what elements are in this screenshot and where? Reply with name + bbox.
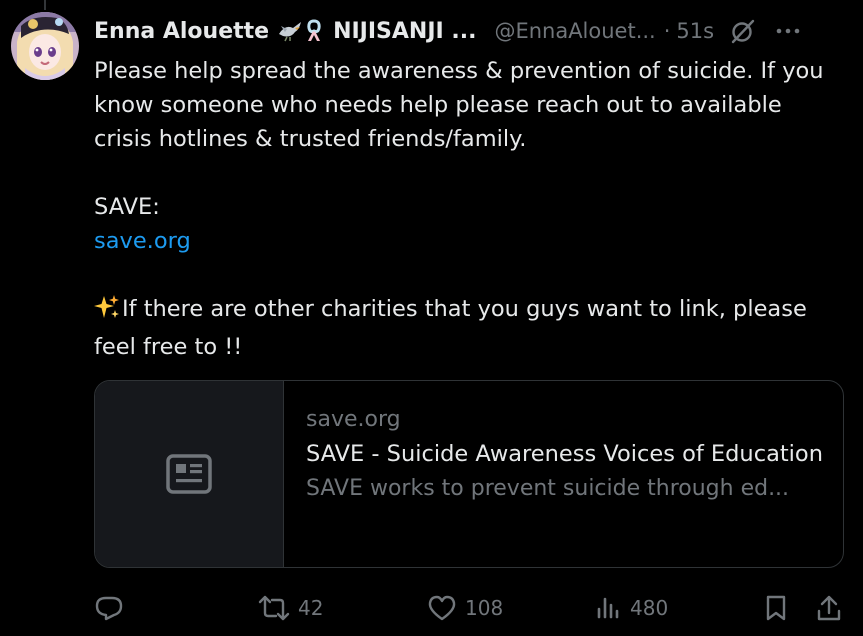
card-description: SAVE works to prevent suicide through ed… bbox=[306, 476, 790, 501]
tweet-text: Please help spread the awareness & preve… bbox=[94, 54, 844, 364]
card-thumbnail bbox=[95, 381, 284, 567]
save-link[interactable]: save.org bbox=[94, 228, 191, 254]
bookmark-icon bbox=[766, 595, 786, 621]
reply-button[interactable] bbox=[94, 588, 124, 628]
retweet-icon bbox=[258, 595, 290, 621]
heart-icon bbox=[428, 595, 456, 621]
affiliation-label[interactable]: NIJISANJI ... bbox=[333, 19, 476, 44]
sparkles-icon bbox=[94, 294, 120, 330]
dove-icon bbox=[279, 22, 302, 42]
timestamp[interactable]: 51s bbox=[676, 19, 714, 43]
card-title: SAVE - Suicide Awareness Voices of Educa… bbox=[306, 441, 823, 467]
grok-icon[interactable] bbox=[730, 18, 756, 44]
charity-text: If there are other charities that you gu… bbox=[94, 296, 807, 360]
link-card[interactable]: save.org SAVE - Suicide Awareness Voices… bbox=[94, 380, 844, 568]
display-name[interactable]: Enna Alouette bbox=[94, 19, 269, 44]
share-icon bbox=[817, 595, 841, 621]
reply-icon bbox=[95, 596, 123, 621]
user-handle[interactable]: @EnnaAlouet... bbox=[494, 19, 655, 43]
views-icon bbox=[597, 597, 619, 619]
more-options-icon[interactable] bbox=[776, 27, 800, 35]
ribbon-icon bbox=[307, 19, 321, 41]
thread-line bbox=[44, 0, 46, 10]
tweet-paragraph: Please help spread the awareness & preve… bbox=[94, 58, 824, 152]
views-button[interactable]: 480 bbox=[596, 588, 668, 628]
article-icon bbox=[166, 454, 212, 494]
bookmark-button[interactable] bbox=[764, 588, 788, 628]
card-domain: save.org bbox=[306, 407, 401, 432]
tweet-header: Enna Alouette NIJISANJI ... @EnnaAlouet.… bbox=[94, 14, 851, 48]
charity-paragraph: If there are other charities that you gu… bbox=[94, 292, 844, 364]
tweet: Enna Alouette NIJISANJI ... @EnnaAlouet.… bbox=[0, 0, 863, 636]
avatar[interactable] bbox=[11, 12, 79, 80]
name-emoji bbox=[277, 19, 323, 43]
retweet-count: 42 bbox=[298, 596, 324, 620]
like-count: 108 bbox=[465, 596, 504, 620]
retweet-button[interactable]: 42 bbox=[258, 588, 323, 628]
views-count: 480 bbox=[630, 596, 669, 620]
separator: · bbox=[663, 19, 671, 43]
card-info: save.org SAVE - Suicide Awareness Voices… bbox=[284, 381, 843, 567]
like-button[interactable]: 108 bbox=[427, 588, 503, 628]
action-bar: 42 108 480 bbox=[94, 588, 854, 628]
share-button[interactable] bbox=[816, 588, 842, 628]
save-label: SAVE: bbox=[94, 194, 160, 220]
